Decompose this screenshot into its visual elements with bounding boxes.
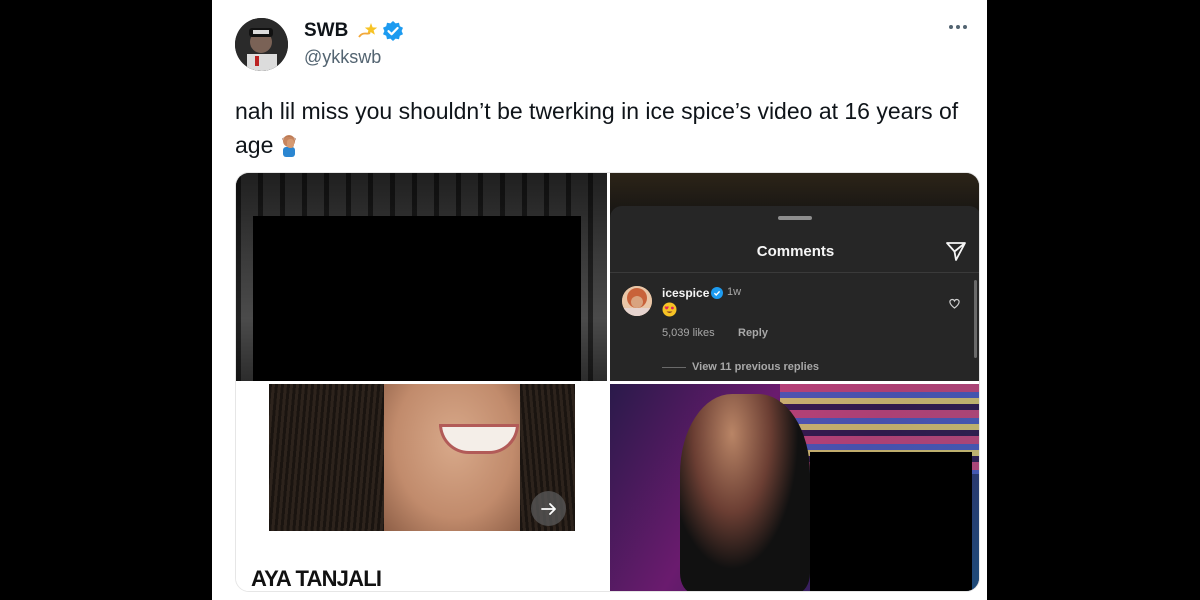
redaction-box — [810, 452, 972, 591]
hair-shape — [269, 384, 394, 531]
display-name[interactable]: SWB — [304, 20, 348, 42]
heart-eyes-emoji-icon — [662, 302, 677, 317]
scrollbar — [974, 280, 977, 358]
media-image-4[interactable] — [610, 384, 979, 591]
comments-panel: Comments icespice 1w 5,039 likes Reply V… — [610, 206, 979, 381]
person-shape — [680, 394, 810, 591]
arrow-right-icon — [540, 502, 556, 515]
verified-badge-icon — [711, 287, 723, 299]
portrait-photo — [269, 384, 575, 531]
media-image-2[interactable]: Comments icespice 1w 5,039 likes Reply V… — [610, 173, 979, 381]
divider — [610, 272, 979, 273]
comment-time: 1w — [727, 286, 742, 298]
comment-username: icespice — [662, 286, 710, 300]
face-shape — [384, 384, 524, 531]
user-avatar[interactable] — [235, 18, 288, 71]
person-facepalming-icon — [282, 135, 297, 157]
tweet-card[interactable]: SWB @ykkswb nah lil miss you shouldn’t b… — [212, 0, 987, 600]
heart-icon — [949, 298, 960, 309]
media-image-3[interactable]: AYA TANJALI — [236, 384, 607, 591]
comment-likes: 5,039 likes — [662, 327, 715, 339]
media-grid[interactable]: Comments icespice 1w 5,039 likes Reply V… — [235, 172, 980, 592]
divider — [662, 367, 686, 368]
comment-avatar — [622, 286, 652, 316]
dizzy-star-icon — [358, 23, 378, 38]
tweet-body: nah lil miss you shouldn’t be twerking i… — [235, 94, 975, 162]
send-icon — [946, 242, 966, 261]
next-arrow-button — [531, 491, 566, 526]
dot-icon — [956, 25, 960, 29]
verified-badge-icon — [383, 21, 403, 41]
redaction-box — [253, 216, 581, 381]
reply-button: Reply — [738, 327, 768, 339]
comments-title: Comments — [756, 243, 835, 260]
drag-handle — [778, 216, 812, 220]
tweet-text: nah lil miss you shouldn’t be twerking i… — [235, 98, 959, 158]
more-options-button[interactable] — [943, 14, 973, 40]
dot-icon — [963, 25, 967, 29]
media-image-1[interactable] — [236, 173, 607, 381]
view-replies-link: View 11 previous replies — [692, 361, 819, 373]
photo-caption: AYA TANJALI — [251, 566, 382, 591]
user-handle[interactable]: @ykkswb — [304, 47, 381, 68]
dot-icon — [949, 25, 953, 29]
